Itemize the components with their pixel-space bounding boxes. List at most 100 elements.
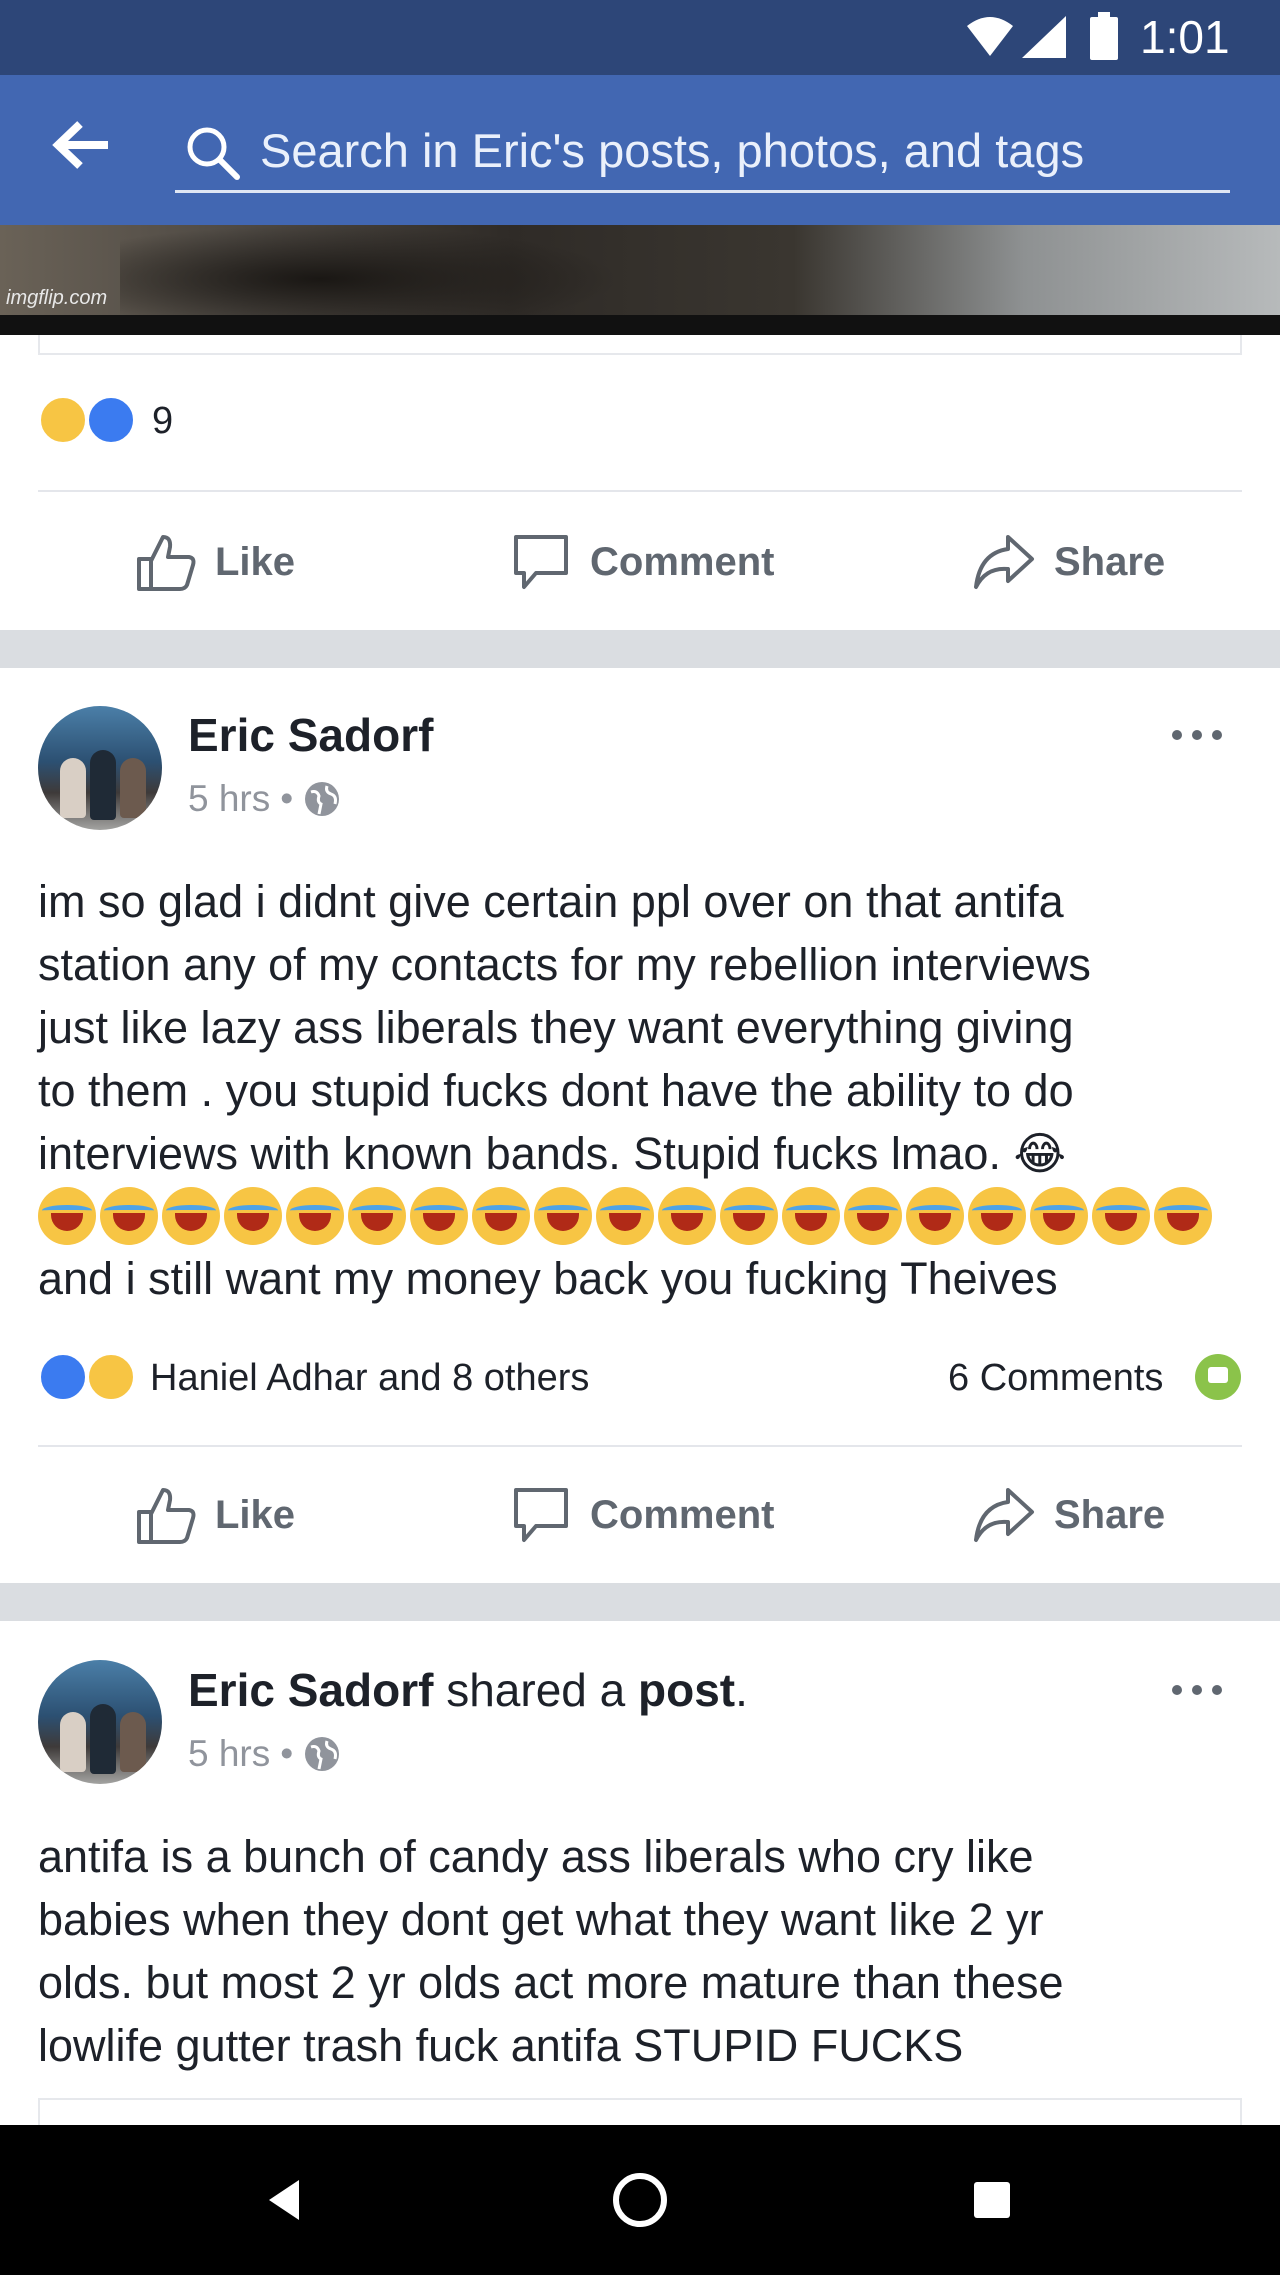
share-icon bbox=[974, 535, 1034, 589]
post-text-end: and i still want my money back you fucki… bbox=[38, 1247, 1248, 1310]
post-author[interactable]: Eric Sadorf bbox=[188, 708, 433, 762]
tears-of-joy-emoji bbox=[1154, 1187, 1212, 1245]
search-icon bbox=[187, 127, 240, 180]
back-button[interactable] bbox=[52, 120, 122, 180]
battery-icon bbox=[1090, 12, 1118, 60]
nav-recents-icon[interactable] bbox=[962, 2170, 1022, 2230]
post-line: babies when they dont get what they want… bbox=[38, 1894, 1044, 1945]
share-button[interactable]: Share bbox=[972, 497, 1165, 627]
nav-home-icon[interactable] bbox=[610, 2170, 670, 2230]
post-time[interactable]: 5 hrs bbox=[188, 1733, 270, 1775]
image-watermark: imgflip.com bbox=[6, 287, 108, 309]
share-icon bbox=[974, 1488, 1034, 1542]
author-name[interactable]: Eric Sadorf bbox=[188, 709, 433, 761]
like-button[interactable]: Like bbox=[135, 1450, 295, 1580]
comment-icon bbox=[514, 1488, 568, 1542]
tears-of-joy-emoji bbox=[782, 1187, 840, 1245]
avatar[interactable] bbox=[38, 706, 162, 830]
search-header bbox=[0, 75, 1280, 225]
nav-back-icon[interactable] bbox=[255, 2170, 315, 2230]
tears-of-joy-emoji bbox=[286, 1187, 344, 1245]
cellular-signal-icon bbox=[1022, 16, 1066, 58]
more-options-icon[interactable] bbox=[1170, 1680, 1224, 1700]
comments-count[interactable]: 6 Comments bbox=[948, 1357, 1163, 1400]
tears-of-joy-emoji bbox=[1030, 1187, 1088, 1245]
tears-of-joy-emoji bbox=[906, 1187, 964, 1245]
post-line: antifa is a bunch of candy ass liberals … bbox=[38, 1831, 1034, 1882]
thumbs-up-icon bbox=[137, 535, 196, 591]
tears-of-joy-emoji bbox=[596, 1187, 654, 1245]
post-line: station any of my contacts for my rebell… bbox=[38, 939, 1091, 990]
globe-icon bbox=[305, 1737, 340, 1771]
like-label: Like bbox=[215, 1492, 296, 1537]
tears-of-joy-emoji bbox=[534, 1187, 592, 1245]
reaction-count: 9 bbox=[152, 400, 174, 442]
share-label: Share bbox=[1054, 539, 1166, 584]
divider bbox=[38, 490, 1242, 492]
tears-of-joy-emoji bbox=[1092, 1187, 1150, 1245]
like-reaction-icon bbox=[86, 395, 136, 445]
comment-bubble-icon bbox=[1195, 1354, 1241, 1400]
post-line: olds. but most 2 yr olds act more mature… bbox=[38, 1957, 1064, 2008]
shared-verb: shared a bbox=[446, 1664, 626, 1716]
reaction-summary[interactable]: Haniel Adhar and 8 others bbox=[38, 1350, 738, 1410]
comment-button[interactable]: Comment bbox=[510, 1450, 774, 1580]
reaction-summary[interactable]: 9 bbox=[38, 395, 338, 455]
avatar[interactable] bbox=[38, 1660, 162, 1784]
comment-label: Comment bbox=[590, 539, 775, 584]
like-label: Like bbox=[215, 539, 296, 584]
haha-reaction-icon bbox=[86, 1352, 136, 1402]
like-reaction-icon bbox=[38, 1352, 88, 1402]
post-line: im so glad i didnt give certain ppl over… bbox=[38, 876, 1064, 927]
shared-post-frame bbox=[38, 2098, 1242, 2128]
tears-of-joy-emoji bbox=[658, 1187, 716, 1245]
comment-button[interactable]: Comment bbox=[510, 497, 774, 627]
separator-dot: • bbox=[280, 778, 294, 819]
post-text: antifa is a bunch of candy ass liberals … bbox=[38, 1825, 1248, 2077]
tears-of-joy-emoji bbox=[162, 1187, 220, 1245]
feed-separator bbox=[0, 1583, 1280, 1621]
post-line: interviews with known bands. Stupid fuck… bbox=[38, 1128, 1067, 1179]
more-options-icon[interactable] bbox=[1170, 725, 1224, 745]
image-frame bbox=[38, 335, 1242, 355]
comment-label: Comment bbox=[590, 1492, 775, 1537]
tears-of-joy-emoji bbox=[410, 1187, 468, 1245]
search-bar[interactable] bbox=[175, 115, 1230, 193]
post-line: and i still want my money back you fucki… bbox=[38, 1253, 1058, 1304]
tears-of-joy-emoji bbox=[968, 1187, 1026, 1245]
tears-of-joy-emoji bbox=[348, 1187, 406, 1245]
post-line: to them . you stupid fucks dont have the… bbox=[38, 1065, 1074, 1116]
tears-of-joy-emoji bbox=[38, 1187, 96, 1245]
arrow-back-icon bbox=[52, 121, 108, 169]
action-bar: Like Comment Share bbox=[0, 1450, 1280, 1580]
post-time[interactable]: 5 hrs bbox=[188, 778, 270, 820]
globe-icon bbox=[305, 782, 340, 816]
search-input[interactable] bbox=[260, 115, 1220, 185]
status-bar: 1:01 bbox=[0, 0, 1280, 75]
tears-of-joy-emoji bbox=[224, 1187, 282, 1245]
comment-icon bbox=[514, 535, 568, 589]
feed-separator bbox=[0, 630, 1280, 668]
post-meta: 5 hrs • bbox=[188, 1733, 341, 1775]
tears-of-joy-emoji bbox=[472, 1187, 530, 1245]
post-line: just like lazy ass liberals they want ev… bbox=[38, 1002, 1074, 1053]
post-line: lowlife gutter trash fuck antifa STUPID … bbox=[38, 2020, 964, 2071]
share-button[interactable]: Share bbox=[972, 1450, 1165, 1580]
post-image[interactable]: imgflip.com bbox=[0, 225, 1280, 335]
divider bbox=[38, 1445, 1242, 1447]
tears-of-joy-emoji bbox=[100, 1187, 158, 1245]
tears-of-joy-emoji bbox=[844, 1187, 902, 1245]
shared-post-link[interactable]: post bbox=[638, 1664, 735, 1716]
reactors-text: Haniel Adhar and 8 others bbox=[150, 1357, 590, 1399]
share-label: Share bbox=[1054, 1492, 1166, 1537]
thumbs-up-icon bbox=[137, 1488, 196, 1544]
haha-reaction-icon bbox=[38, 395, 88, 445]
tears-of-joy-emoji bbox=[720, 1187, 778, 1245]
action-bar: Like Comment Share bbox=[0, 497, 1280, 627]
emoji-row bbox=[38, 1187, 1216, 1249]
like-button[interactable]: Like bbox=[135, 497, 295, 627]
author-name[interactable]: Eric Sadorf bbox=[188, 1664, 433, 1716]
wifi-icon bbox=[967, 17, 1013, 56]
status-clock: 1:01 bbox=[1140, 11, 1230, 63]
separator-dot: • bbox=[280, 1733, 294, 1774]
